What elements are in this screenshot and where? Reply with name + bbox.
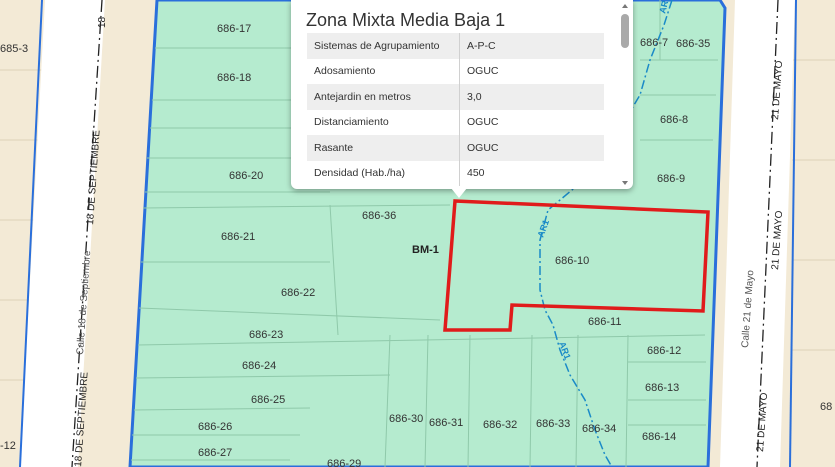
lot-label: 686-24: [242, 360, 276, 372]
scroll-up-icon[interactable]: [622, 4, 628, 8]
lot-label: 686-17: [217, 23, 251, 35]
lot-label: 68: [820, 401, 832, 413]
lot-label: 686-13: [645, 382, 679, 394]
lot-label: 686-12: [647, 345, 681, 357]
lot-label: 686-11: [588, 316, 621, 328]
attribute-value: 450: [467, 167, 485, 180]
street-label-sept-top: 18: [97, 16, 108, 28]
lot-label: 686-29: [327, 458, 361, 467]
table-row: Antejardin en metros 3,0: [307, 84, 604, 110]
info-popup[interactable]: Zona Mixta Media Baja 1 Sistemas de Agru…: [291, 0, 633, 189]
attribute-value: OGUC: [467, 116, 499, 129]
lot-label: -12: [0, 440, 16, 452]
lot-label: 686-18: [217, 72, 251, 84]
lot-label: 686-9: [657, 173, 685, 185]
attribute-key: Rasante: [307, 135, 460, 161]
table-row: Rasante OGUC: [307, 135, 604, 161]
lot-label: 686-32: [483, 419, 517, 431]
attribute-table: Sistemas de Agrupamiento A-P-C Adosamient…: [307, 33, 604, 186]
table-row: Densidad (Hab./ha) 450: [307, 160, 604, 186]
lot-label: 686-25: [251, 394, 285, 406]
lot-label: 686-30: [389, 413, 423, 425]
lot-label: 686-26: [198, 421, 232, 433]
lot-label: 686-35: [676, 38, 710, 50]
lot-label: 686-10: [555, 255, 589, 267]
lot-label: 686-31: [429, 417, 463, 429]
attribute-value: OGUC: [459, 135, 604, 161]
attribute-value: 3,0: [459, 84, 604, 110]
lot-label: 686-21: [221, 231, 255, 243]
popup-pointer: [451, 188, 467, 198]
table-row: Sistemas de Agrupamiento A-P-C: [307, 33, 604, 59]
attribute-value: A-P-C: [459, 33, 604, 59]
lot-label: 686-20: [229, 170, 263, 182]
attribute-key: Densidad (Hab./ha): [307, 160, 460, 186]
attribute-key: Antejardin en metros: [307, 84, 460, 110]
lot-label: 686-14: [642, 431, 676, 443]
lot-label: 686-27: [198, 447, 232, 459]
scroll-thumb[interactable]: [621, 14, 629, 48]
attribute-key: Sistemas de Agrupamiento: [307, 33, 460, 59]
lot-label: 686-36: [362, 210, 396, 222]
attribute-key: Distanciamiento: [307, 109, 460, 135]
lot-label: 685-3: [0, 43, 28, 55]
lot-label: 686-7: [640, 37, 668, 49]
lot-label: 686-8: [660, 114, 688, 126]
table-row: Distanciamiento OGUC: [307, 109, 604, 135]
lot-label: 686-22: [281, 287, 315, 299]
table-row: Adosamiento OGUC: [307, 58, 604, 84]
attribute-key: Adosamiento: [307, 58, 460, 84]
lot-label: 686-34: [582, 423, 616, 435]
scroll-down-icon[interactable]: [622, 181, 628, 185]
block-label: BM-1: [412, 244, 439, 256]
popup-title: Zona Mixta Media Baja 1: [306, 10, 506, 30]
popup-scrollbar[interactable]: [621, 4, 630, 185]
lot-label: 686-23: [249, 329, 283, 341]
lot-label: 686-33: [536, 418, 570, 430]
attribute-value: OGUC: [467, 65, 499, 78]
